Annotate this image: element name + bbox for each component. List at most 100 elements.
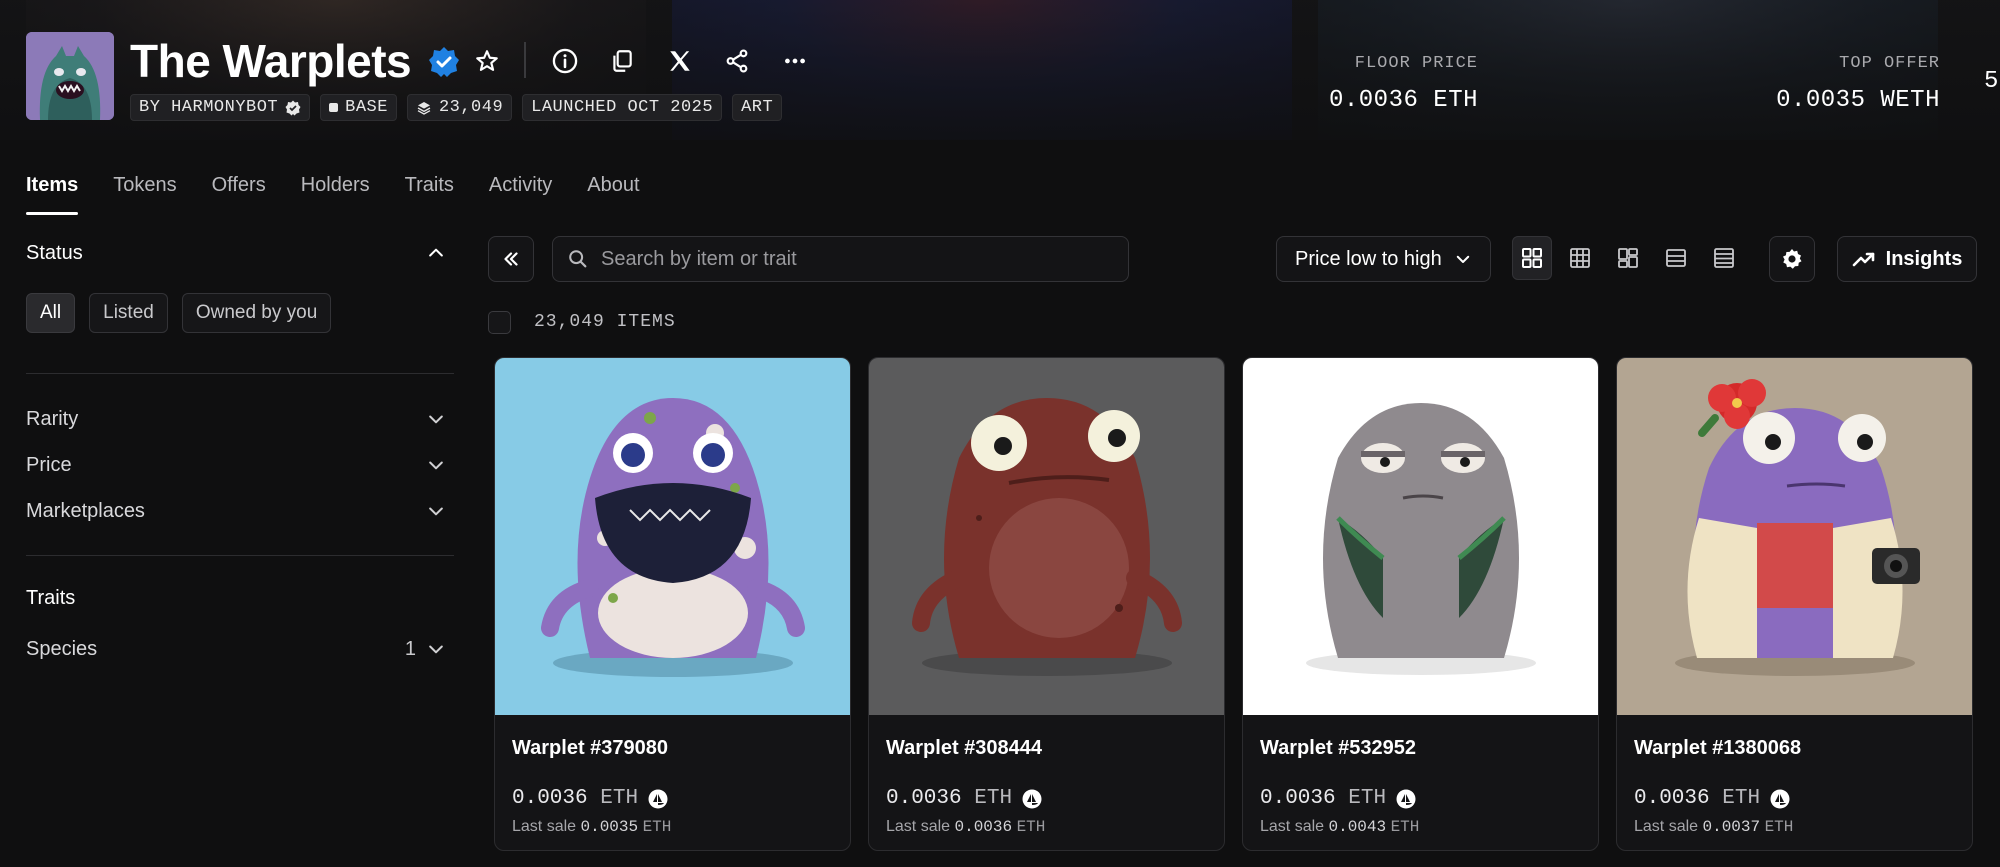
verified-icon xyxy=(428,46,460,78)
nft-image xyxy=(1243,358,1598,715)
grid-large-icon xyxy=(1522,248,1542,268)
chain-chip[interactable]: BASE xyxy=(320,94,397,121)
insights-label: Insights xyxy=(1885,247,1963,270)
chevron-down-icon xyxy=(429,461,443,470)
stat-truncated: 5 xyxy=(1984,68,1999,95)
tab-about[interactable]: About xyxy=(587,174,639,214)
opensea-icon xyxy=(1022,789,1042,808)
status-option-owned[interactable]: Owned by you xyxy=(181,293,332,333)
stat-top-offer: TOP OFFER 0.0035 WETH xyxy=(1776,54,1940,114)
filter-sidebar: Status All Listed Owned by you Rarity Pr… xyxy=(26,236,454,666)
view-large-grid-button[interactable] xyxy=(1512,236,1552,280)
item-name: Warplet #532952 xyxy=(1260,737,1417,759)
sort-dropdown[interactable]: Price low to high xyxy=(1276,236,1491,282)
grid-small-icon xyxy=(1570,248,1590,268)
more-icon[interactable] xyxy=(780,46,810,76)
search-bar[interactable] xyxy=(552,236,1129,282)
status-options: All Listed Owned by you xyxy=(26,293,454,333)
sidebar-divider xyxy=(26,555,454,556)
chevron-down-icon xyxy=(429,645,443,654)
creator-chip[interactable]: BY HARMONYBOT xyxy=(130,94,311,121)
double-chevron-left-icon xyxy=(504,252,518,266)
trait-species[interactable]: Species 1 xyxy=(26,632,454,666)
nft-image xyxy=(495,358,850,715)
nft-image xyxy=(869,358,1224,715)
item-card[interactable]: Warplet #1380068 0.0036 ETH Last sale 0.… xyxy=(1616,357,1973,851)
view-mode-toggle xyxy=(1512,236,1744,280)
item-price: 0.0036 ETH xyxy=(1260,787,1416,810)
tab-tokens[interactable]: Tokens xyxy=(113,174,176,214)
chevron-down-icon xyxy=(1456,255,1470,263)
settings-button[interactable] xyxy=(1769,236,1815,282)
nft-image xyxy=(1617,358,1972,715)
star-icon[interactable] xyxy=(472,46,502,76)
item-price: 0.0036 ETH xyxy=(1634,787,1790,810)
item-name: Warplet #379080 xyxy=(512,737,669,759)
category-chip[interactable]: ART xyxy=(732,94,783,121)
launch-date-chip: LAUNCHED OCT 2025 xyxy=(522,94,723,121)
view-table-button[interactable] xyxy=(1704,236,1744,280)
info-icon[interactable] xyxy=(550,46,580,76)
trend-up-icon xyxy=(1852,252,1874,267)
search-input[interactable] xyxy=(601,247,1101,271)
tab-activity[interactable]: Activity xyxy=(489,174,552,214)
chevron-down-icon xyxy=(429,507,443,516)
filter-price[interactable]: Price xyxy=(26,448,454,482)
select-all-checkbox[interactable] xyxy=(488,311,511,334)
table-icon xyxy=(1714,248,1734,268)
traits-header: Traits xyxy=(26,581,454,615)
gear-icon xyxy=(1783,249,1802,269)
status-heading: Status xyxy=(26,241,83,264)
tab-holders[interactable]: Holders xyxy=(301,174,370,214)
filter-rarity[interactable]: Rarity xyxy=(26,402,454,436)
sort-label: Price low to high xyxy=(1295,247,1442,270)
mosaic-icon xyxy=(1618,248,1638,268)
view-small-grid-button[interactable] xyxy=(1560,236,1600,280)
share-icon[interactable] xyxy=(722,46,752,76)
verified-icon xyxy=(285,100,301,115)
tab-items[interactable]: Items xyxy=(26,174,79,215)
search-icon xyxy=(569,250,587,268)
list-icon xyxy=(1666,249,1686,267)
item-name: Warplet #308444 xyxy=(886,737,1043,759)
header-divider xyxy=(524,42,526,78)
status-option-listed[interactable]: Listed xyxy=(89,293,168,333)
item-card[interactable]: Warplet #532952 0.0036 ETH Last sale 0.0… xyxy=(1242,357,1599,851)
item-count: 23,049 ITEMS xyxy=(534,312,676,332)
filter-marketplaces[interactable]: Marketplaces xyxy=(26,494,454,528)
layers-icon xyxy=(417,101,431,115)
last-sale: Last sale 0.0043 ETH xyxy=(1260,818,1420,836)
sidebar-divider xyxy=(26,373,454,374)
tab-offers[interactable]: Offers xyxy=(212,174,266,214)
item-card[interactable]: Warplet #308444 0.0036 ETH Last sale 0.0… xyxy=(868,357,1225,851)
traits-heading: Traits xyxy=(26,586,76,609)
item-price: 0.0036 ETH xyxy=(886,787,1042,810)
view-mosaic-button[interactable] xyxy=(1608,236,1648,280)
tab-traits[interactable]: Traits xyxy=(405,174,454,214)
status-filter-header[interactable]: Status xyxy=(26,236,454,270)
stat-floor-price: FLOOR PRICE 0.0036 ETH xyxy=(1328,54,1478,114)
last-sale: Last sale 0.0036 ETH xyxy=(886,818,1046,836)
opensea-icon xyxy=(1396,789,1416,808)
collection-title: The Warplets xyxy=(130,35,412,87)
insights-button[interactable]: Insights xyxy=(1837,236,1977,282)
opensea-icon xyxy=(648,789,668,808)
item-price: 0.0036 ETH xyxy=(512,787,668,810)
chevron-down-icon xyxy=(429,415,443,424)
last-sale: Last sale 0.0037 ETH xyxy=(1634,818,1794,836)
x-logo-icon[interactable] xyxy=(665,46,695,76)
base-chain-icon xyxy=(329,103,339,112)
chevron-up-icon xyxy=(429,248,443,257)
collection-tabs: Items Tokens Offers Holders Traits Activ… xyxy=(26,174,640,215)
copy-icon[interactable] xyxy=(607,46,637,76)
collection-avatar xyxy=(26,32,114,120)
collection-meta-chips: BY HARMONYBOT BASE 23,049 LAUNCHED OCT 2… xyxy=(130,94,783,121)
supply-chip: 23,049 xyxy=(406,94,513,121)
trait-count: 1 xyxy=(404,637,416,660)
opensea-icon xyxy=(1770,789,1790,808)
item-name: Warplet #1380068 xyxy=(1634,737,1802,759)
item-card[interactable]: Warplet #379080 0.0036 ETH Last sale 0.0… xyxy=(494,357,851,851)
status-option-all[interactable]: All xyxy=(26,293,76,333)
view-list-button[interactable] xyxy=(1656,236,1696,280)
collapse-sidebar-button[interactable] xyxy=(488,236,534,282)
